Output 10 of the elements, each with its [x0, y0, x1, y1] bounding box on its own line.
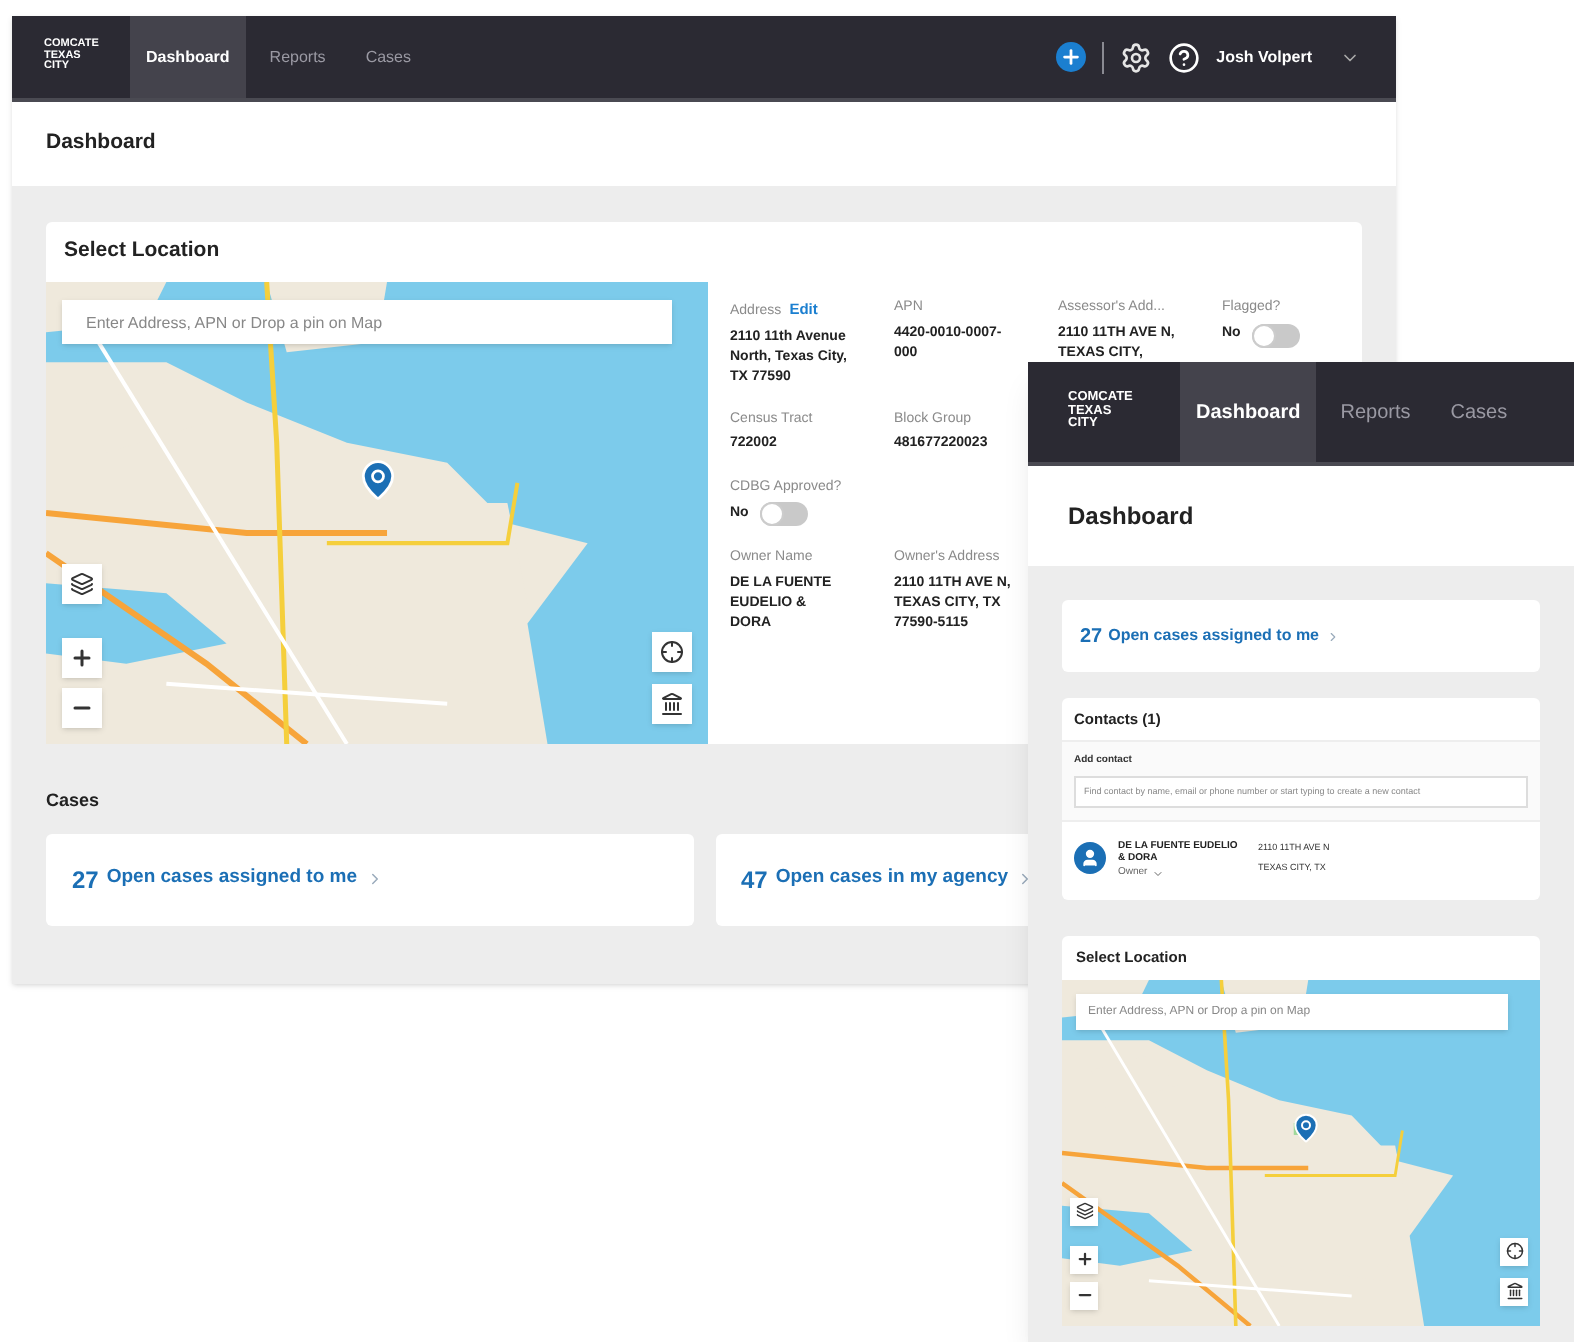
- case-label: Open cases in my agency: [775, 864, 1009, 893]
- section-title: Cases: [46, 788, 100, 814]
- page-title: Dashboard: [46, 128, 156, 159]
- case-count: 27: [1080, 623, 1103, 651]
- page-title: Dashboard: [1068, 500, 1194, 534]
- card-title: Select Location: [64, 236, 220, 267]
- case-count: 27: [72, 863, 99, 897]
- case-count: 47: [741, 863, 768, 897]
- case-label: Open cases assigned to me: [106, 864, 357, 893]
- case-label: Open cases assigned to me: [1108, 624, 1319, 648]
